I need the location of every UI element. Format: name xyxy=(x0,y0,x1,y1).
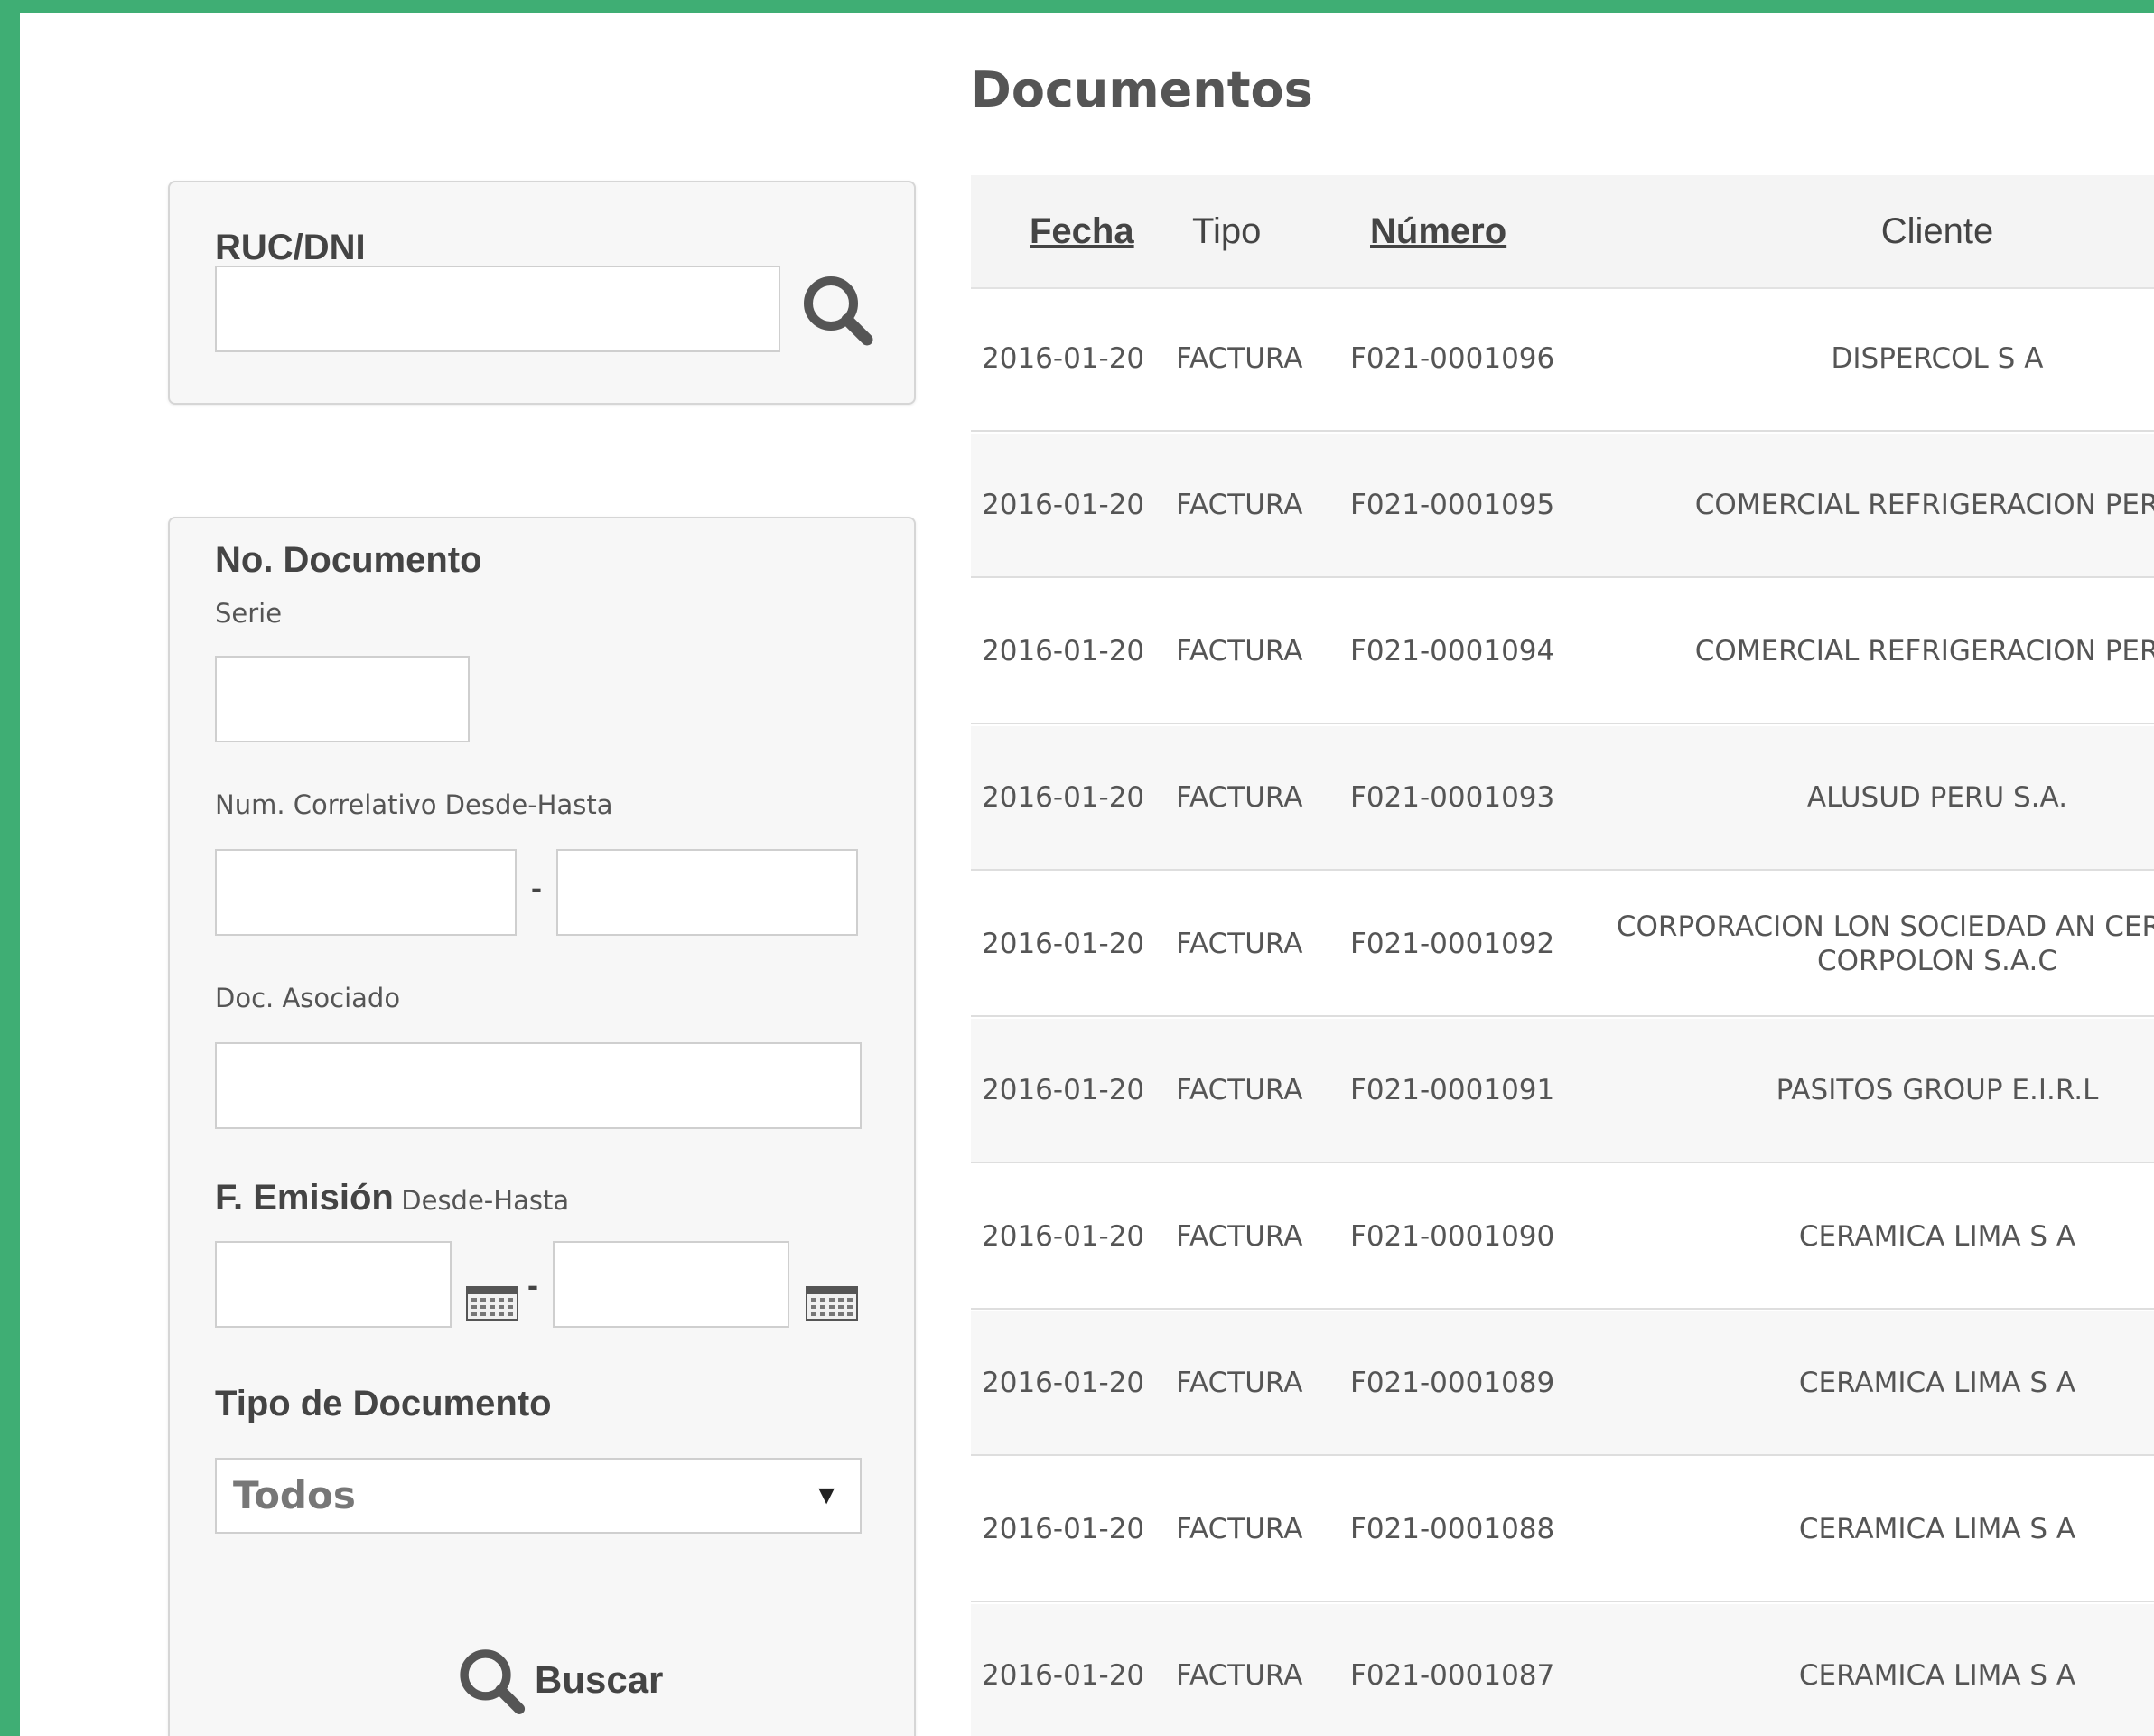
cell-numero: F021-0001091 xyxy=(1350,1074,1555,1106)
cell-fecha: 2016-01-20 xyxy=(982,1220,1145,1253)
cell-fecha: 2016-01-20 xyxy=(982,1513,1145,1545)
cell-numero: F021-0001093 xyxy=(1350,781,1555,814)
column-header-cliente: Cliente xyxy=(1880,211,1994,251)
table-row[interactable]: 2016-01-20 FACTURA F021-0001094 COMERCIAL R… xyxy=(971,580,2154,724)
page-title: Documentos xyxy=(971,61,1313,118)
cell-cliente: COMERCIAL REFRIGERACION PERU xyxy=(1694,489,2154,521)
doc-panel-title: No. Documento xyxy=(215,540,482,580)
serie-label: Serie xyxy=(215,598,283,629)
cell-numero: F021-0001090 xyxy=(1350,1220,1555,1253)
calendar-icon[interactable] xyxy=(466,1286,518,1321)
table-row[interactable]: 2016-01-20 FACTURA F021-0001092 CORPORACION… xyxy=(971,873,2154,1017)
cell-tipo: FACTURA xyxy=(1176,1659,1303,1692)
column-header-fecha[interactable]: Fecha xyxy=(1030,175,1134,287)
cell-tipo: FACTURA xyxy=(1176,489,1303,521)
cell-fecha: 2016-01-20 xyxy=(982,489,1145,521)
frame-top-border xyxy=(0,0,2154,13)
cell-fecha: 2016-01-20 xyxy=(982,781,1145,814)
cell-cliente: COMERCIAL REFRIGERACION PERU xyxy=(1694,635,2154,667)
cell-numero: F021-0001088 xyxy=(1350,1513,1555,1545)
emision-label-row: F. Emisión Desde-Hasta xyxy=(215,1178,569,1218)
page: RUC/DNI No. Documento Serie Num. Correla… xyxy=(20,13,2154,1736)
emision-sublabel: Desde-Hasta xyxy=(401,1185,570,1216)
doc-asociado-input[interactable] xyxy=(215,1042,862,1129)
table-row[interactable]: 2016-01-20 FACTURA F021-0001089 CERAMICA LI… xyxy=(971,1311,2154,1456)
ruc-panel: RUC/DNI xyxy=(168,181,916,405)
table-row[interactable]: 2016-01-20 FACTURA F021-0001090 CERAMICA LI… xyxy=(971,1165,2154,1310)
cell-tipo: FACTURA xyxy=(1176,342,1303,375)
cell-tipo: FACTURA xyxy=(1176,781,1303,814)
ruc-input[interactable] xyxy=(215,266,780,352)
calendar-icon[interactable] xyxy=(806,1286,858,1321)
emision-to-input[interactable] xyxy=(553,1241,789,1328)
cell-fecha: 2016-01-20 xyxy=(982,635,1145,667)
search-icon xyxy=(804,276,873,346)
buscar-label: Buscar xyxy=(535,1658,664,1701)
ruc-label: RUC/DNI xyxy=(215,228,366,267)
buscar-button[interactable]: Buscar xyxy=(452,1637,663,1723)
cell-fecha: 2016-01-20 xyxy=(982,1367,1145,1399)
document-filter-panel: No. Documento Serie Num. Correlativo Des… xyxy=(168,517,916,1736)
cell-cliente: ALUSUD PERU S.A. xyxy=(1806,781,2068,814)
table-row[interactable]: 2016-01-20 FACTURA F021-0001096 DISPERCOL S… xyxy=(971,287,2154,432)
correlativo-separator: - xyxy=(531,869,542,906)
cell-cliente: CORPORACION LON SOCIEDAD AN CERRADA - CO… xyxy=(1616,910,2154,977)
cell-tipo: FACTURA xyxy=(1176,1220,1303,1253)
table-row[interactable]: 2016-01-20 FACTURA F021-0001087 CERAMICA LI… xyxy=(971,1604,2154,1736)
cell-fecha: 2016-01-20 xyxy=(982,1074,1145,1106)
frame-left-border xyxy=(0,0,20,1736)
ruc-search-button[interactable] xyxy=(795,266,881,352)
cell-tipo: FACTURA xyxy=(1176,635,1303,667)
tipo-documento-select[interactable]: Todos ▼ xyxy=(215,1458,862,1534)
table-row[interactable]: 2016-01-20 FACTURA F021-0001091 PASITOS GRO… xyxy=(971,1019,2154,1163)
cell-cliente: DISPERCOL S A xyxy=(1831,342,2044,375)
cell-numero: F021-0001094 xyxy=(1350,635,1555,667)
table-row[interactable]: 2016-01-20 FACTURA F021-0001088 CERAMICA LI… xyxy=(971,1458,2154,1602)
emision-from-input[interactable] xyxy=(215,1241,452,1328)
column-header-numero[interactable]: Número xyxy=(1370,175,1506,287)
correlativo-from-input[interactable] xyxy=(215,849,517,936)
cell-cliente: CERAMICA LIMA S A xyxy=(1798,1367,2076,1399)
search-icon xyxy=(460,1649,526,1714)
cell-numero: F021-0001095 xyxy=(1350,489,1555,521)
tipo-documento-label: Tipo de Documento xyxy=(215,1384,552,1423)
cell-numero: F021-0001087 xyxy=(1350,1659,1555,1692)
correlativo-label: Num. Correlativo Desde-Hasta xyxy=(215,789,613,820)
cell-cliente: CERAMICA LIMA S A xyxy=(1798,1659,2076,1692)
screenshot-frame: RUC/DNI No. Documento Serie Num. Correla… xyxy=(0,0,2154,1736)
cell-tipo: FACTURA xyxy=(1176,1074,1303,1106)
column-header-tipo: Tipo xyxy=(1192,211,1262,251)
cell-fecha: 2016-01-20 xyxy=(982,928,1145,960)
emision-label: F. Emisión xyxy=(215,1178,394,1218)
table-row[interactable]: 2016-01-20 FACTURA F021-0001093 ALUSUD PERU… xyxy=(971,726,2154,871)
cell-cliente: CERAMICA LIMA S A xyxy=(1798,1220,2076,1253)
table-header: Fecha Tipo Número Cliente xyxy=(971,175,2154,289)
emision-separator: - xyxy=(527,1266,538,1303)
cell-numero: F021-0001092 xyxy=(1350,928,1555,960)
cell-cliente: PASITOS GROUP E.I.R.L xyxy=(1776,1074,2099,1106)
tipo-documento-selected: Todos xyxy=(233,1473,356,1517)
cell-tipo: FACTURA xyxy=(1176,1513,1303,1545)
correlativo-to-input[interactable] xyxy=(556,849,858,936)
serie-input[interactable] xyxy=(215,656,470,742)
cell-cliente: CERAMICA LIMA S A xyxy=(1798,1513,2076,1545)
cell-fecha: 2016-01-20 xyxy=(982,342,1145,375)
cell-numero: F021-0001096 xyxy=(1350,342,1555,375)
table-row[interactable]: 2016-01-20 FACTURA F021-0001095 COMERCIAL R… xyxy=(971,434,2154,578)
cell-numero: F021-0001089 xyxy=(1350,1367,1555,1399)
doc-asociado-label: Doc. Asociado xyxy=(215,983,401,1013)
dropdown-arrow-icon: ▼ xyxy=(813,1480,840,1510)
cell-tipo: FACTURA xyxy=(1176,928,1303,960)
cell-fecha: 2016-01-20 xyxy=(982,1659,1145,1692)
cell-tipo: FACTURA xyxy=(1176,1367,1303,1399)
